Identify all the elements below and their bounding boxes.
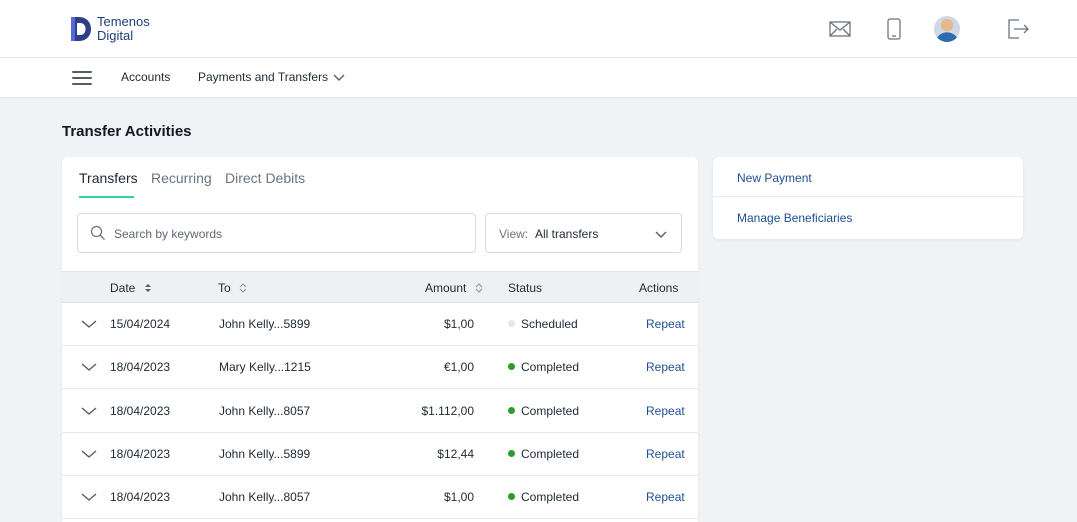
row-recipient: John Kelly...8057 (219, 403, 311, 418)
row-amount: $1,00 (443, 317, 474, 331)
column-header-actions: Actions (639, 281, 679, 295)
repeat-link[interactable]: Repeat (646, 404, 685, 418)
nav-item-payments-and-transfers[interactable]: Payments and Transfers (198, 70, 328, 84)
table-header: Date To Amount Status Actions (62, 271, 698, 303)
quick-links-card: New Payment Manage Beneficiaries (713, 157, 1023, 239)
chevron-down-icon[interactable] (81, 490, 97, 504)
row-status: Completed (508, 490, 579, 504)
column-header-status: Status (508, 281, 543, 295)
column-header-date[interactable]: Date (110, 281, 152, 295)
column-header-amount-label: Amount (425, 281, 467, 295)
top-header: Temenos Digital (0, 0, 1077, 58)
table-row[interactable]: 18/04/2023 John Kelly...8057 $1,00 Complete… (62, 476, 698, 520)
view-filter-select[interactable]: View: All transfers (485, 213, 682, 253)
tab-recurring[interactable]: Recurring (151, 170, 212, 186)
row-recipient: Mary Kelly...1215 (219, 360, 311, 375)
active-tab-indicator (79, 196, 134, 198)
mobile-icon[interactable] (881, 16, 907, 42)
main-nav: Accounts Payments and Transfers (0, 58, 1077, 98)
row-status-label: Completed (521, 403, 580, 418)
transfers-card: Transfers Recurring Direct Debits View: … (62, 157, 698, 522)
chevron-down-icon[interactable] (81, 404, 97, 418)
row-recipient: John Kelly...5899 (219, 446, 311, 461)
chevron-down-icon[interactable] (81, 447, 97, 461)
row-amount: $1,00 (443, 490, 474, 505)
tab-direct-debits[interactable]: Direct Debits (225, 170, 305, 186)
table-row[interactable]: 18/04/2023 John Kelly...8057 $1.112,00 Comp… (62, 390, 698, 433)
row-date: 15/04/2024 (110, 317, 171, 331)
row-status-label: Completed (521, 446, 580, 461)
chevron-down-icon[interactable] (332, 71, 346, 85)
row-date: 18/04/2023 (110, 490, 171, 505)
logo-text-line2: Digital (97, 28, 134, 43)
row-status-label: Completed (521, 360, 580, 375)
tab-transfers[interactable]: Transfers (79, 170, 138, 186)
column-header-to[interactable]: To (218, 281, 247, 295)
row-date: 18/04/2023 (110, 403, 171, 418)
sort-icon (144, 284, 151, 292)
avatar[interactable] (934, 16, 960, 42)
logout-icon[interactable] (1005, 16, 1031, 42)
table-row[interactable]: 18/04/2023 Mary Kelly...1215 €1,00 Complete… (62, 346, 698, 390)
new-payment-link[interactable]: New Payment (737, 171, 812, 185)
nav-item-accounts[interactable]: Accounts (121, 70, 170, 84)
manage-beneficiaries-link[interactable]: Manage Beneficiaries (737, 211, 852, 225)
column-header-amount[interactable]: Amount (425, 281, 483, 295)
logo-text: Temenos Digital (97, 15, 150, 43)
table-row[interactable]: 15/04/2024 John Kelly...5899 $1,00 Schedule… (62, 303, 698, 346)
row-date: 18/04/2023 (110, 360, 171, 375)
status-dot-icon (508, 449, 515, 457)
row-amount: €1,00 (443, 360, 474, 375)
repeat-link[interactable]: Repeat (646, 317, 685, 331)
row-date: 18/04/2023 (110, 446, 171, 461)
row-recipient: John Kelly...8057 (219, 490, 311, 505)
column-header-to-label: To (218, 281, 231, 295)
search-box[interactable] (77, 213, 476, 253)
chevron-down-icon[interactable] (81, 317, 97, 331)
row-recipient: John Kelly...5899 (219, 317, 311, 331)
table-row[interactable]: 18/04/2023 John Kelly...5899 $12,44 Complet… (62, 433, 698, 476)
status-dot-icon (508, 406, 515, 414)
row-status: Scheduled (508, 317, 578, 331)
status-dot-icon (508, 493, 515, 501)
chevron-down-icon[interactable] (81, 360, 97, 374)
row-amount: $1.112,00 (421, 403, 475, 418)
logo-mark-icon (71, 17, 91, 41)
status-dot-icon (508, 363, 515, 371)
sort-icon (239, 283, 247, 293)
sort-icon (475, 283, 483, 293)
row-amount: $12,44 (437, 446, 474, 461)
logo-text-line1: Temenos (97, 14, 150, 29)
row-status-label: Scheduled (521, 317, 578, 331)
chevron-down-icon (655, 231, 667, 238)
repeat-link[interactable]: Repeat (646, 360, 685, 374)
search-input[interactable] (114, 224, 464, 244)
row-status: Completed (508, 447, 579, 461)
divider (713, 196, 1023, 197)
repeat-link[interactable]: Repeat (646, 447, 685, 461)
search-icon (90, 225, 105, 240)
view-filter-label: View: (499, 227, 529, 241)
temenos-logo[interactable]: Temenos Digital (69, 14, 169, 46)
mail-icon[interactable] (827, 16, 853, 42)
hamburger-menu-icon[interactable] (72, 71, 92, 85)
page-title: Transfer Activities (62, 123, 192, 140)
row-status-label: Completed (521, 490, 580, 505)
view-filter-value: All transfers (535, 227, 599, 241)
status-dot-icon (508, 320, 515, 327)
column-header-date-label: Date (110, 281, 136, 295)
row-status: Completed (508, 404, 579, 418)
row-status: Completed (508, 360, 579, 374)
repeat-link[interactable]: Repeat (646, 490, 685, 504)
